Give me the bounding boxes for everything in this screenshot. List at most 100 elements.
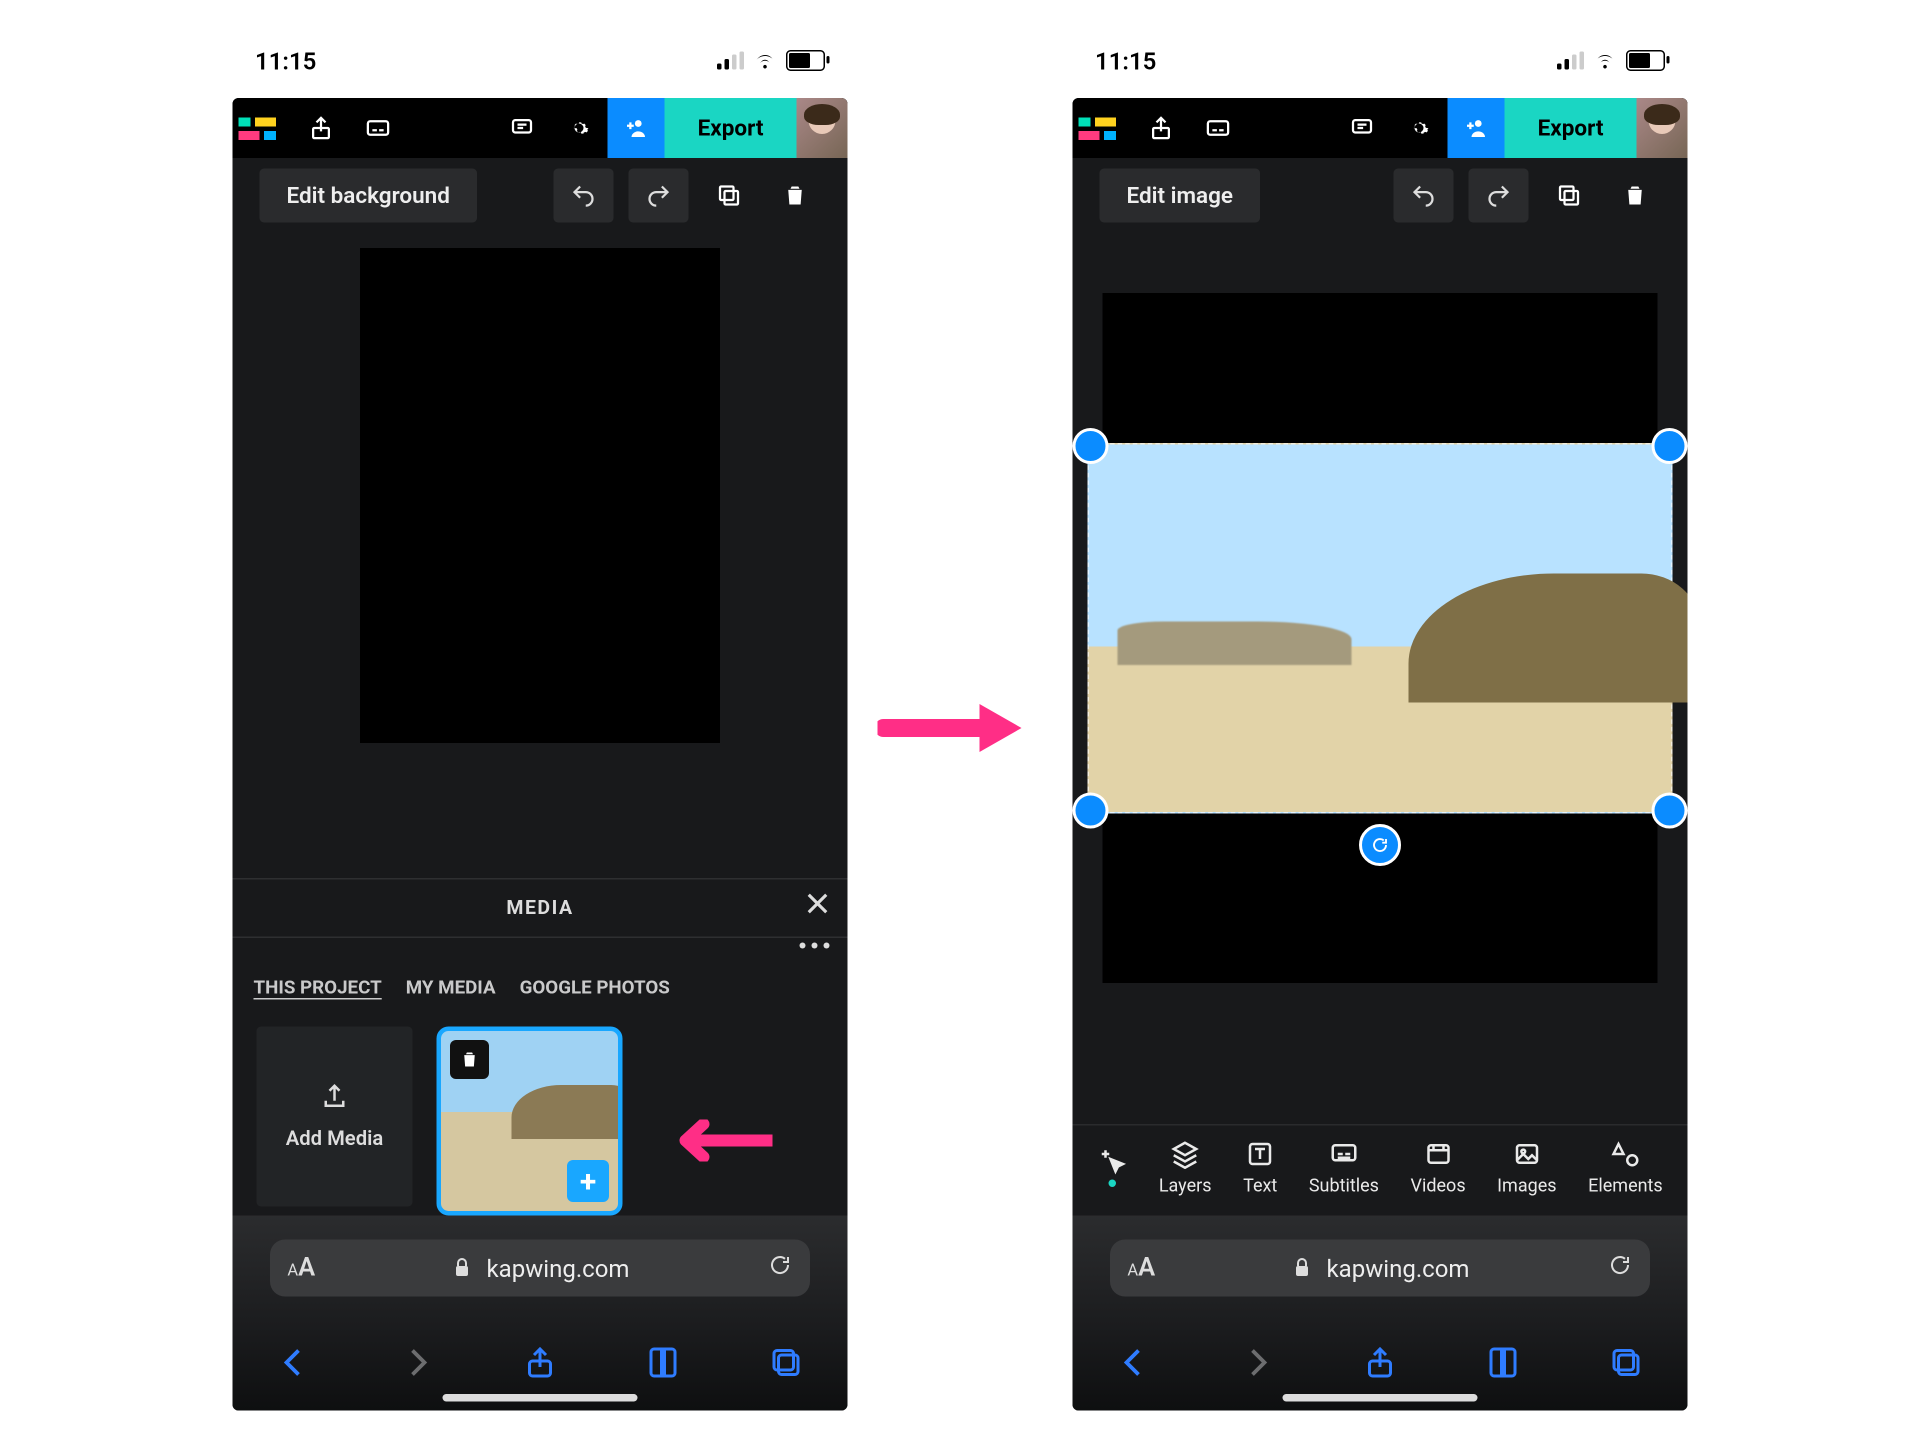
tool-text[interactable]: Text (1243, 1138, 1277, 1195)
home-indicator (443, 1394, 638, 1402)
caption-icon[interactable] (350, 98, 407, 158)
comments-icon[interactable] (1334, 98, 1391, 158)
browser-url-bar: AA kapwing.com (1073, 1215, 1688, 1320)
kapwing-logo-icon[interactable] (1073, 98, 1133, 158)
url-field[interactable]: AA kapwing.com (269, 1239, 810, 1296)
redo-button[interactable] (1469, 168, 1529, 222)
canvas-area[interactable] (233, 233, 848, 743)
more-icon[interactable] (800, 942, 830, 948)
tool-videos[interactable]: Videos (1411, 1138, 1466, 1195)
cellular-icon (717, 51, 744, 69)
media-title: MEDIA (506, 896, 573, 919)
wifi-icon (1593, 48, 1617, 72)
tabs-icon[interactable] (1608, 1344, 1644, 1386)
bookmarks-icon[interactable] (1485, 1344, 1521, 1386)
rotate-handle[interactable] (1359, 824, 1401, 866)
tab-google-photos[interactable]: GOOGLE PHOTOS (520, 977, 670, 1000)
export-button[interactable]: Export (665, 98, 797, 158)
copy-icon[interactable] (704, 168, 755, 222)
media-header: MEDIA (233, 879, 848, 938)
reload-icon[interactable] (769, 1253, 793, 1283)
resize-handle-tr[interactable] (1652, 428, 1688, 464)
gear-icon[interactable] (1391, 98, 1448, 158)
home-indicator (1283, 1394, 1478, 1402)
browser-share-icon[interactable] (522, 1344, 558, 1386)
app-right: Export Edit image (1073, 98, 1688, 1411)
tab-my-media[interactable]: MY MEDIA (406, 977, 496, 1000)
export-button[interactable]: Export (1505, 98, 1637, 158)
trash-icon[interactable] (1610, 168, 1661, 222)
tool-layers[interactable]: Layers (1159, 1138, 1212, 1195)
copy-icon[interactable] (1544, 168, 1595, 222)
wifi-icon (753, 48, 777, 72)
gear-icon[interactable] (551, 98, 608, 158)
url-text: kapwing.com (487, 1253, 630, 1282)
kapwing-logo-icon[interactable] (233, 98, 293, 158)
text-size-icon[interactable]: AA (1127, 1253, 1155, 1283)
tool-subtitles[interactable]: Subtitles (1309, 1138, 1379, 1195)
text-size-icon[interactable]: AA (287, 1253, 315, 1283)
redo-button[interactable] (629, 168, 689, 222)
add-person-icon[interactable] (1448, 98, 1505, 158)
comments-icon[interactable] (494, 98, 551, 158)
caption-icon[interactable] (1190, 98, 1247, 158)
media-tabs: THIS PROJECT MY MEDIA GOOGLE PHOTOS (233, 938, 848, 1009)
status-time: 11:15 (255, 46, 316, 75)
status-bar: 11:15 (210, 30, 870, 90)
media-panel: MEDIA THIS PROJECT MY MEDIA GOOGLE PHOTO… (233, 878, 848, 1208)
tab-this-project[interactable]: THIS PROJECT (254, 977, 382, 1000)
bookmarks-icon[interactable] (645, 1344, 681, 1386)
tool-images[interactable]: Images (1497, 1138, 1556, 1195)
add-media-button[interactable]: Add Media (257, 1026, 413, 1206)
trash-icon[interactable] (770, 168, 821, 222)
edit-toolbar: Edit background (233, 158, 848, 233)
browser-url-bar: AA kapwing.com (233, 1215, 848, 1320)
canvas-area[interactable] (1073, 233, 1688, 1088)
app-left: Export Edit background (233, 98, 848, 1411)
selected-image[interactable] (1088, 443, 1673, 814)
share-icon[interactable] (293, 98, 350, 158)
edit-toolbar: Edit image (1073, 158, 1688, 233)
back-button[interactable] (276, 1344, 312, 1386)
bottom-tools: Layers Text Subtitles Videos Images (1073, 1124, 1688, 1208)
resize-handle-br[interactable] (1652, 792, 1688, 828)
active-dot-icon (1109, 1179, 1117, 1187)
edit-background-button[interactable]: Edit background (260, 168, 477, 222)
topbar: Export (1073, 98, 1688, 158)
share-icon[interactable] (1133, 98, 1190, 158)
lock-icon (1291, 1256, 1315, 1280)
battery-icon (1626, 50, 1665, 71)
thumbnail-delete-icon[interactable] (450, 1040, 489, 1079)
tool-click[interactable] (1097, 1146, 1127, 1187)
back-button[interactable] (1116, 1344, 1152, 1386)
browser-share-icon[interactable] (1362, 1344, 1398, 1386)
phone-right: 11:15 (1050, 30, 1710, 1425)
resize-handle-bl[interactable] (1073, 792, 1109, 828)
transition-arrow-icon (878, 698, 1028, 764)
cellular-icon (1557, 51, 1584, 69)
add-media-label: Add Media (286, 1127, 384, 1151)
status-time: 11:15 (1095, 46, 1156, 75)
edit-image-button[interactable]: Edit image (1100, 168, 1261, 222)
add-person-icon[interactable] (608, 98, 665, 158)
lock-icon (451, 1256, 475, 1280)
phone-left: 11:15 (210, 30, 870, 1425)
forward-button (1239, 1344, 1275, 1386)
undo-button[interactable] (1394, 168, 1454, 222)
tabs-icon[interactable] (768, 1344, 804, 1386)
close-icon[interactable] (803, 888, 833, 927)
topbar: Export (233, 98, 848, 158)
tool-elements[interactable]: Elements (1588, 1138, 1663, 1195)
forward-button (399, 1344, 435, 1386)
reload-icon[interactable] (1609, 1253, 1633, 1283)
undo-button[interactable] (554, 168, 614, 222)
resize-handle-tl[interactable] (1073, 428, 1109, 464)
avatar[interactable] (1637, 98, 1688, 158)
url-field[interactable]: AA kapwing.com (1109, 1239, 1650, 1296)
battery-icon (786, 50, 825, 71)
thumbnail-add-icon[interactable]: + (567, 1160, 609, 1202)
avatar[interactable] (797, 98, 848, 158)
status-bar: 11:15 (1050, 30, 1710, 90)
media-thumbnail[interactable]: + (437, 1026, 623, 1215)
canvas[interactable] (360, 248, 720, 743)
